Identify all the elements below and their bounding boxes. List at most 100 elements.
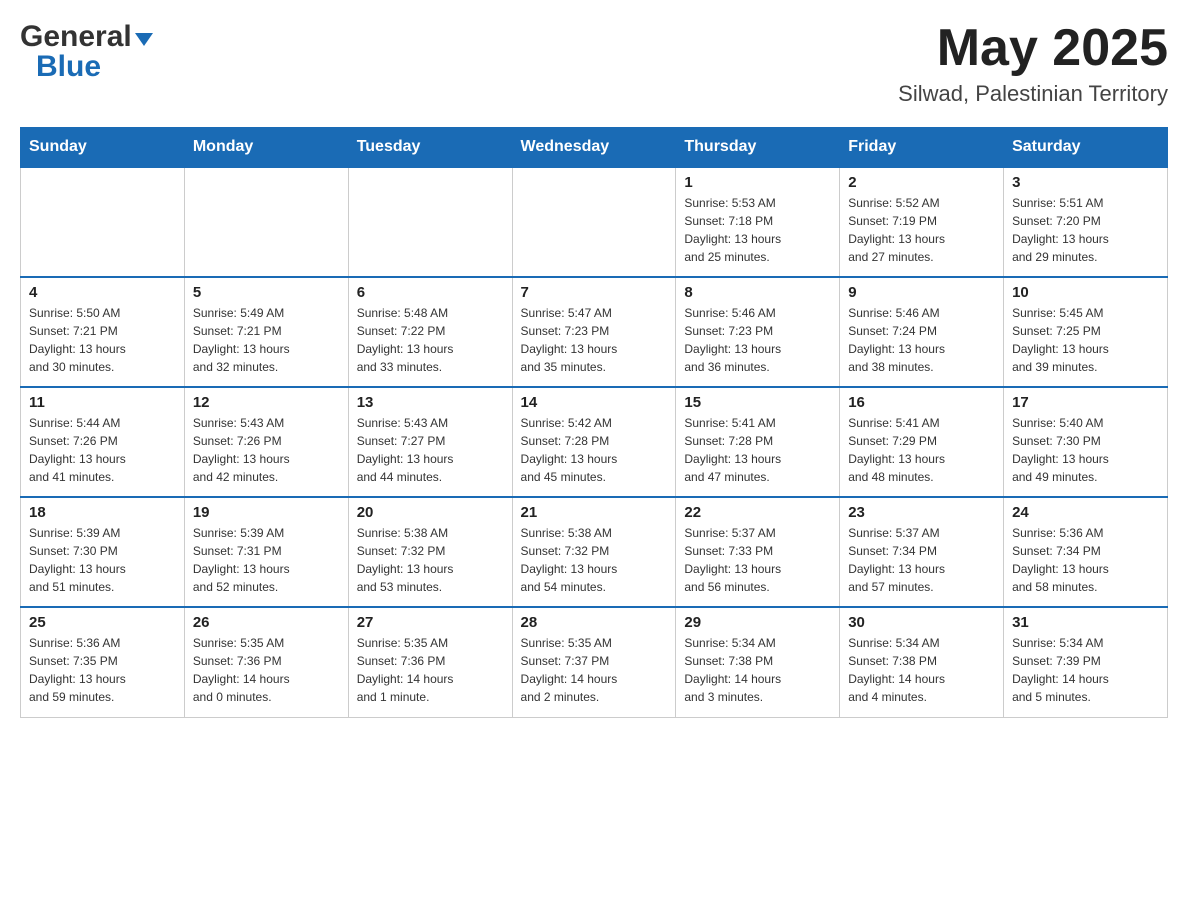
calendar-cell: 9 Sunrise: 5:46 AMSunset: 7:24 PMDaylight… [840,277,1004,387]
day-info: Sunrise: 5:44 AMSunset: 7:26 PMDaylight:… [29,414,176,486]
day-number: 4 [29,284,176,301]
day-number: 21 [521,504,668,521]
calendar-cell: 20 Sunrise: 5:38 AMSunset: 7:32 PMDayligh… [348,497,512,607]
day-number: 22 [684,504,831,521]
day-info: Sunrise: 5:35 AMSunset: 7:36 PMDaylight:… [193,634,340,706]
logo-triangle-icon [135,33,153,46]
day-number: 7 [521,284,668,301]
day-info: Sunrise: 5:50 AMSunset: 7:21 PMDaylight:… [29,304,176,376]
calendar-cell: 29Sunrise: 5:34 AMSunset: 7:38 PMDayligh… [676,607,840,717]
day-number: 24 [1012,504,1159,521]
day-info: Sunrise: 5:35 AMSunset: 7:37 PMDaylight:… [521,634,668,706]
day-info: Sunrise: 5:43 AMSunset: 7:26 PMDaylight:… [193,414,340,486]
day-info: Sunrise: 5:51 AMSunset: 7:20 PMDaylight:… [1012,194,1159,266]
day-info: Sunrise: 5:43 AMSunset: 7:27 PMDaylight:… [357,414,504,486]
calendar-cell: 27 Sunrise: 5:35 AMSunset: 7:36 PMDayligh… [348,607,512,717]
day-info: Sunrise: 5:41 AMSunset: 7:28 PMDaylight:… [684,414,831,486]
header-friday: Friday [840,128,1004,168]
calendar-week-row: 18Sunrise: 5:39 AMSunset: 7:30 PMDayligh… [21,497,1168,607]
calendar-cell: 8Sunrise: 5:46 AMSunset: 7:23 PMDaylight… [676,277,840,387]
day-info: Sunrise: 5:46 AMSunset: 7:23 PMDaylight:… [684,304,831,376]
header-sunday: Sunday [21,128,185,168]
calendar-cell: 17Sunrise: 5:40 AMSunset: 7:30 PMDayligh… [1004,387,1168,497]
calendar-cell: 31Sunrise: 5:34 AMSunset: 7:39 PMDayligh… [1004,607,1168,717]
logo: General Blue [20,20,153,84]
header-monday: Monday [184,128,348,168]
day-number: 12 [193,394,340,411]
logo-blue-text: Blue [20,50,101,84]
calendar-week-row: 11 Sunrise: 5:44 AMSunset: 7:26 PMDayligh… [21,387,1168,497]
calendar-cell: 10 Sunrise: 5:45 AMSunset: 7:25 PMDayligh… [1004,277,1168,387]
calendar-week-row: 4 Sunrise: 5:50 AMSunset: 7:21 PMDaylight… [21,277,1168,387]
header-wednesday: Wednesday [512,128,676,168]
calendar-cell: 12 Sunrise: 5:43 AMSunset: 7:26 PMDayligh… [184,387,348,497]
day-number: 28 [521,614,668,631]
day-number: 6 [357,284,504,301]
day-info: Sunrise: 5:47 AMSunset: 7:23 PMDaylight:… [521,304,668,376]
day-number: 14 [521,394,668,411]
day-number: 3 [1012,174,1159,191]
day-number: 15 [684,394,831,411]
calendar-table: Sunday Monday Tuesday Wednesday Thursday… [20,127,1168,718]
day-info: Sunrise: 5:34 AMSunset: 7:38 PMDaylight:… [848,634,995,706]
calendar-cell: 16Sunrise: 5:41 AMSunset: 7:29 PMDayligh… [840,387,1004,497]
day-info: Sunrise: 5:36 AMSunset: 7:35 PMDaylight:… [29,634,176,706]
calendar-cell: 6 Sunrise: 5:48 AMSunset: 7:22 PMDaylight… [348,277,512,387]
calendar-cell: 18Sunrise: 5:39 AMSunset: 7:30 PMDayligh… [21,497,185,607]
calendar-cell [21,167,185,277]
day-info: Sunrise: 5:37 AMSunset: 7:34 PMDaylight:… [848,524,995,596]
day-info: Sunrise: 5:38 AMSunset: 7:32 PMDaylight:… [357,524,504,596]
calendar-cell: 2Sunrise: 5:52 AMSunset: 7:19 PMDaylight… [840,167,1004,277]
calendar-cell [184,167,348,277]
calendar-cell: 13 Sunrise: 5:43 AMSunset: 7:27 PMDayligh… [348,387,512,497]
calendar-header-row: Sunday Monday Tuesday Wednesday Thursday… [21,128,1168,168]
page-header: General Blue May 2025 Silwad, Palestinia… [20,20,1168,107]
day-number: 9 [848,284,995,301]
calendar-cell [348,167,512,277]
page-subtitle: Silwad, Palestinian Territory [898,81,1168,107]
day-number: 23 [848,504,995,521]
calendar-cell: 21 Sunrise: 5:38 AMSunset: 7:32 PMDayligh… [512,497,676,607]
header-tuesday: Tuesday [348,128,512,168]
day-info: Sunrise: 5:36 AMSunset: 7:34 PMDaylight:… [1012,524,1159,596]
header-saturday: Saturday [1004,128,1168,168]
day-info: Sunrise: 5:40 AMSunset: 7:30 PMDaylight:… [1012,414,1159,486]
calendar-cell: 23 Sunrise: 5:37 AMSunset: 7:34 PMDayligh… [840,497,1004,607]
header-thursday: Thursday [676,128,840,168]
day-info: Sunrise: 5:46 AMSunset: 7:24 PMDaylight:… [848,304,995,376]
day-number: 26 [193,614,340,631]
calendar-cell: 15 Sunrise: 5:41 AMSunset: 7:28 PMDayligh… [676,387,840,497]
day-number: 11 [29,394,176,411]
calendar-cell: 14 Sunrise: 5:42 AMSunset: 7:28 PMDayligh… [512,387,676,497]
calendar-cell: 5Sunrise: 5:49 AMSunset: 7:21 PMDaylight… [184,277,348,387]
day-number: 10 [1012,284,1159,301]
day-info: Sunrise: 5:42 AMSunset: 7:28 PMDaylight:… [521,414,668,486]
day-number: 2 [848,174,995,191]
day-info: Sunrise: 5:45 AMSunset: 7:25 PMDaylight:… [1012,304,1159,376]
day-info: Sunrise: 5:37 AMSunset: 7:33 PMDaylight:… [684,524,831,596]
day-number: 25 [29,614,176,631]
title-block: May 2025 Silwad, Palestinian Territory [898,20,1168,107]
day-info: Sunrise: 5:35 AMSunset: 7:36 PMDaylight:… [357,634,504,706]
day-number: 27 [357,614,504,631]
day-number: 13 [357,394,504,411]
day-number: 30 [848,614,995,631]
calendar-cell: 25 Sunrise: 5:36 AMSunset: 7:35 PMDayligh… [21,607,185,717]
day-number: 20 [357,504,504,521]
day-number: 1 [684,174,831,191]
day-number: 5 [193,284,340,301]
calendar-week-row: 25 Sunrise: 5:36 AMSunset: 7:35 PMDayligh… [21,607,1168,717]
calendar-cell: 19Sunrise: 5:39 AMSunset: 7:31 PMDayligh… [184,497,348,607]
day-info: Sunrise: 5:39 AMSunset: 7:31 PMDaylight:… [193,524,340,596]
calendar-cell: 7 Sunrise: 5:47 AMSunset: 7:23 PMDaylight… [512,277,676,387]
day-info: Sunrise: 5:48 AMSunset: 7:22 PMDaylight:… [357,304,504,376]
day-number: 18 [29,504,176,521]
day-info: Sunrise: 5:38 AMSunset: 7:32 PMDaylight:… [521,524,668,596]
calendar-cell: 22 Sunrise: 5:37 AMSunset: 7:33 PMDayligh… [676,497,840,607]
calendar-cell: 26 Sunrise: 5:35 AMSunset: 7:36 PMDayligh… [184,607,348,717]
calendar-cell: 4 Sunrise: 5:50 AMSunset: 7:21 PMDaylight… [21,277,185,387]
calendar-week-row: 1Sunrise: 5:53 AMSunset: 7:18 PMDaylight… [21,167,1168,277]
calendar-cell: 30 Sunrise: 5:34 AMSunset: 7:38 PMDayligh… [840,607,1004,717]
page-title: May 2025 [898,20,1168,77]
calendar-cell: 3 Sunrise: 5:51 AMSunset: 7:20 PMDaylight… [1004,167,1168,277]
